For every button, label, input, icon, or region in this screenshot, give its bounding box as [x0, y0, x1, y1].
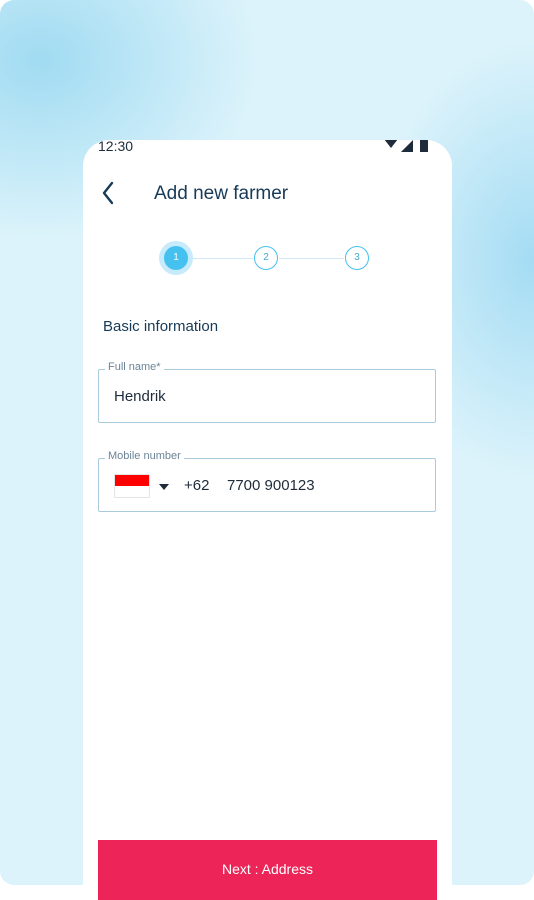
dial-code: +62 [184, 477, 210, 494]
mobile-number-input[interactable]: 7700 900123 [227, 477, 315, 494]
next-address-button[interactable]: Next : Address [98, 840, 437, 900]
page-title: Add new farmer [154, 183, 289, 204]
full-name-field[interactable]: Full name* Hendrik [98, 361, 436, 423]
chevron-left-icon[interactable] [95, 180, 121, 206]
full-name-input[interactable]: Hendrik [114, 388, 166, 405]
step-connector [188, 258, 253, 259]
battery-icon [420, 140, 428, 152]
status-bar: 12:30 [83, 140, 452, 160]
mobile-number-label: Mobile number [105, 450, 184, 462]
progress-stepper: 1 2 3 [83, 240, 452, 280]
section-title: Basic information [103, 318, 219, 335]
status-time: 12:30 [98, 140, 134, 154]
wifi-icon [384, 140, 398, 148]
step-2: 2 [254, 246, 278, 270]
app-header: Add new farmer [83, 170, 452, 220]
step-connector [279, 258, 344, 259]
chevron-down-icon[interactable] [159, 484, 169, 490]
step-3: 3 [345, 246, 369, 270]
full-name-label: Full name* [105, 361, 164, 373]
phone-screen: 12:30 Add new farmer 1 2 3 Basic informa… [83, 140, 452, 900]
step-1: 1 [164, 246, 188, 270]
indonesia-flag-icon[interactable] [114, 474, 150, 498]
status-icons [384, 140, 428, 152]
mobile-number-field[interactable]: Mobile number +62 7700 900123 [98, 450, 436, 512]
signal-icon [401, 140, 413, 152]
